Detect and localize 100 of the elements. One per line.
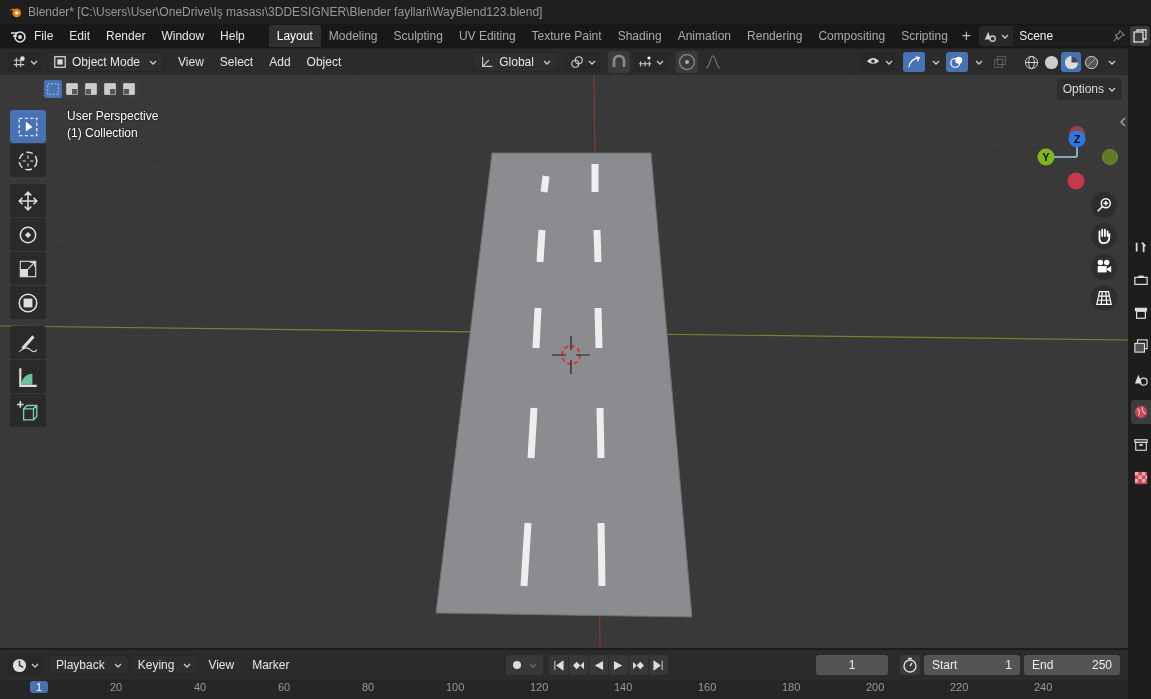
menu-item[interactable]: Edit [61,29,99,43]
workspace-tab[interactable]: Animation [669,25,740,47]
workspace-tab[interactable]: Compositing [810,25,894,47]
add-cube-tool-button[interactable] [10,394,46,427]
magnet-icon[interactable] [607,51,630,73]
pin-icon[interactable] [1112,29,1126,43]
printer-icon [1134,306,1148,320]
frame-number: 140 [614,681,633,693]
window-title: Blender* [C:\Users\User\OneDrive\Iş masası\3DDESIGNER\Blender fayllari\WayBlend123.blend] [28,5,543,19]
gizmo-toggle[interactable] [903,52,925,72]
overlay-toggle[interactable] [946,52,968,72]
next-keyframe-button[interactable] [628,655,648,675]
workspace-tab[interactable]: Modeling [320,25,386,47]
tool-icon [1134,240,1148,254]
annotate-tool-button[interactable] [10,326,46,359]
workspace-tab[interactable]: Scripting [893,25,956,47]
timeline-menu-dropdown[interactable]: Keying [130,655,199,675]
menu-item[interactable]: Object [298,55,350,69]
caret-icon [1108,86,1116,92]
jump-to-end-button[interactable] [648,655,668,675]
solid-sphere-icon [1043,54,1059,70]
menu-item[interactable]: Add [261,55,299,69]
sidebar-toggle-icon[interactable] [1120,117,1126,127]
zoom-button[interactable] [1091,192,1117,218]
workspace-tab[interactable]: UV Editing [450,25,524,47]
start-frame-field[interactable]: Start 1 [924,655,1020,675]
frame-number: 160 [698,681,717,693]
previous-keyframe-button[interactable] [568,655,588,675]
view-name-label: User Perspective [67,109,159,123]
end-frame-field[interactable]: End 250 [1024,655,1120,675]
workspace-tab[interactable]: Texture Paint [523,25,610,47]
viewport-grid-icon [12,55,26,69]
keyframe-forward-icon [631,659,645,671]
measure-tool-button[interactable] [10,360,46,393]
caret-icon [113,662,122,668]
camera-back-icon [1134,273,1148,287]
material-shading-button[interactable] [1061,52,1081,72]
workspace-tab[interactable]: Shading [609,25,670,47]
selection-mode-button[interactable] [63,80,81,98]
ruler-icon [17,365,39,388]
rotate-tool-button[interactable] [10,218,46,251]
frame-number: 100 [446,681,465,693]
auto-keying-button[interactable] [505,655,543,675]
mode-dropdown[interactable]: Object Mode [46,52,165,72]
proportional-editing-icon[interactable] [675,51,698,73]
add-workspace-button[interactable]: + [955,27,978,45]
caret-icon [1001,33,1010,39]
jump-to-start-button[interactable] [548,655,568,675]
menu-item[interactable]: Render [98,29,154,43]
menu-item[interactable]: Window [153,29,213,43]
grid-view-button[interactable] [1091,285,1117,311]
copy-icon[interactable] [1130,26,1150,46]
scene-selector-button[interactable] [979,26,1014,46]
clock-icon [12,657,27,673]
stopwatch-icon[interactable] [900,655,920,675]
scene-name-field[interactable]: Scene [1013,26,1132,46]
scene-icon [983,29,998,43]
menu-item[interactable]: Marker [244,658,298,672]
blender-logo-icon[interactable] [10,28,26,44]
current-frame-field[interactable]: 1 [816,655,888,675]
frame-number: 120 [530,681,549,693]
caret-icon [31,662,39,668]
globe-icon [1134,405,1148,419]
selection-mode-icon [103,82,117,96]
workspace-tab[interactable]: Rendering [739,25,811,47]
workspace-tab[interactable]: Layout [268,25,321,47]
menu-item[interactable]: File [26,29,62,43]
cursor-tool-button[interactable] [10,144,46,177]
menu-item[interactable]: View [200,658,243,672]
menu-item[interactable]: Help [212,29,253,43]
options-dropdown[interactable]: Options [1056,78,1122,100]
camera-view-button[interactable] [1091,254,1117,280]
current-frame-marker[interactable]: 1 [30,681,49,693]
play-button[interactable] [608,655,628,675]
move-tool-button[interactable] [10,184,46,217]
selection-mode-button[interactable] [82,80,100,98]
navigation-gizmo-drawing[interactable] [1037,126,1118,190]
orientation-dropdown[interactable]: Global [473,52,558,72]
dashed-square-icon [46,82,60,96]
select-tool-button[interactable] [10,110,46,143]
transform-tool-button[interactable] [10,286,46,319]
reverse-triangle-icon [592,659,604,671]
pan-button[interactable] [1091,223,1117,249]
snap-target-button[interactable] [633,52,668,72]
gizmo-icon [907,55,921,69]
selection-mode-icon [84,82,98,96]
box-icon [1134,438,1148,452]
cursor-icon [17,149,39,172]
scale-tool-button[interactable] [10,252,46,285]
menu-item[interactable]: View [170,55,212,69]
selection-mode-button[interactable] [120,80,138,98]
world-properties-tab[interactable] [1131,400,1151,424]
play-reverse-button[interactable] [588,655,608,675]
transform-icon [17,291,39,314]
timeline-menu-dropdown[interactable]: Playback [49,655,129,675]
caret-icon [975,59,983,65]
menu-item[interactable]: Select [211,55,262,69]
workspace-tab[interactable]: Sculpting [385,25,451,47]
selection-mode-button[interactable] [101,80,119,98]
3d-cursor-icon [551,335,591,375]
